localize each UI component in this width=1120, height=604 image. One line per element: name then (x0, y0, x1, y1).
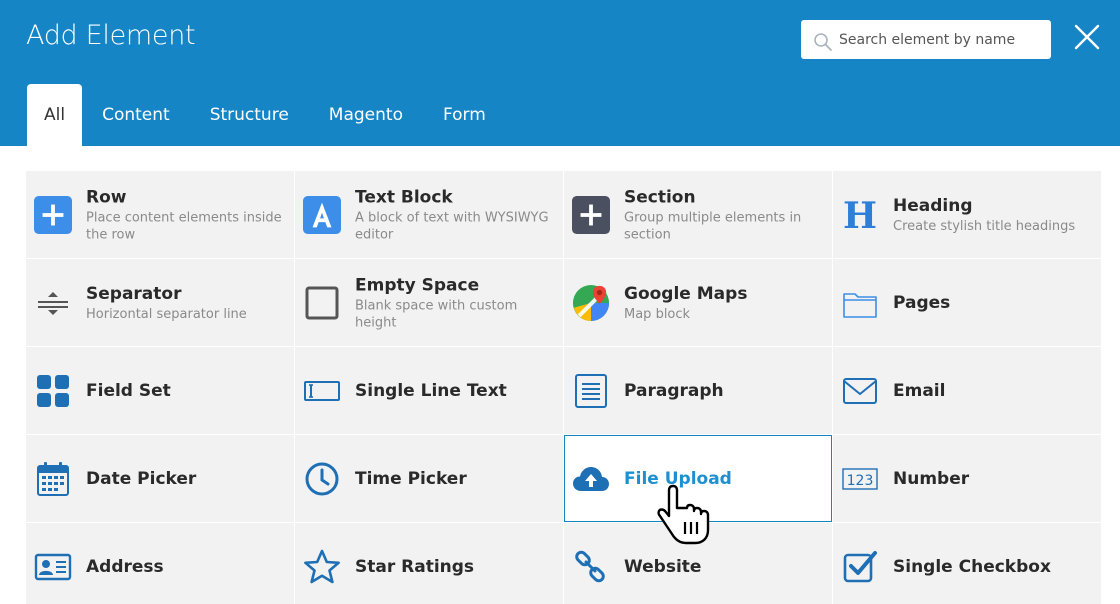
letter-h-icon: H (841, 196, 879, 234)
star-icon (303, 548, 341, 586)
search-icon (814, 33, 832, 51)
element-email[interactable]: Email (833, 347, 1101, 434)
element-description: Map block (624, 306, 691, 322)
element-name: Heading (893, 195, 973, 216)
separator-icon (34, 284, 72, 322)
tab-content[interactable]: Content (82, 84, 190, 146)
plus-square-icon (34, 195, 72, 234)
element-heading[interactable]: H Heading Create stylish title headings (833, 171, 1101, 258)
element-name: Single Checkbox (893, 556, 1051, 577)
element-name: Google Maps (624, 283, 748, 304)
element-name: Time Picker (355, 468, 467, 489)
element-description: Create stylish title headings (893, 218, 1076, 234)
tab-all[interactable]: All (27, 84, 83, 146)
element-name: Single Line Text (355, 380, 507, 401)
element-name: Website (624, 556, 702, 577)
element-name: Text Block (355, 187, 453, 207)
tab-structure[interactable]: Structure (190, 84, 309, 146)
calendar-icon (34, 460, 72, 498)
element-google-maps[interactable]: Google Maps Map block (564, 259, 832, 346)
element-description: Group multiple elements in section (624, 210, 802, 242)
element-star-ratings[interactable]: Star Ratings (295, 523, 563, 604)
element-single-checkbox[interactable]: Single Checkbox (833, 523, 1101, 604)
element-website[interactable]: Website (564, 523, 832, 604)
address-card-icon (34, 548, 72, 586)
element-name: Pages (893, 292, 951, 313)
element-file-upload[interactable]: File Upload (564, 435, 832, 522)
number-icon: 123 (841, 460, 879, 498)
dialog-header: Add Element All Content Structure Magent… (0, 0, 1120, 146)
element-name: File Upload (624, 468, 732, 489)
envelope-icon (841, 372, 879, 410)
folder-icon (841, 284, 879, 322)
element-name: Paragraph (624, 380, 724, 401)
plus-square-dark-icon (572, 195, 610, 234)
element-name: Row (86, 187, 127, 207)
element-name: Empty Space (355, 275, 480, 295)
element-name: Field Set (86, 380, 171, 401)
element-grid: Row Place content elements inside the ro… (26, 171, 1102, 604)
element-name: Address (86, 556, 164, 577)
empty-square-icon (303, 284, 341, 322)
element-separator[interactable]: Separator Horizontal separator line (26, 259, 294, 346)
element-description: Blank space with custom height (355, 298, 518, 330)
close-icon[interactable] (1074, 24, 1100, 50)
tab-form[interactable]: Form (423, 84, 506, 146)
text-field-icon (303, 372, 341, 410)
element-name: Section (624, 187, 696, 207)
element-name: Star Ratings (355, 556, 475, 577)
element-paragraph[interactable]: Paragraph (564, 347, 832, 434)
element-time-picker[interactable]: Time Picker (295, 435, 563, 522)
element-description: Place content elements inside the row (86, 210, 282, 242)
link-icon (572, 548, 610, 586)
element-single-line-text[interactable]: Single Line Text (295, 347, 563, 434)
search-input[interactable] (839, 20, 1044, 59)
element-date-picker[interactable]: Date Picker (26, 435, 294, 522)
category-tabs: All Content Structure Magento Form (27, 84, 506, 146)
number-icon-text: 123 (847, 473, 874, 489)
element-name: Number (893, 468, 970, 489)
element-name: Email (893, 380, 946, 401)
dialog-title: Add Element (26, 20, 196, 51)
element-address[interactable]: Address (26, 523, 294, 604)
clock-icon (303, 460, 341, 498)
element-name: Separator (86, 283, 182, 304)
cloud-upload-icon (572, 460, 610, 498)
element-pages[interactable]: Pages (833, 259, 1101, 346)
grid-four-icon (34, 372, 72, 410)
element-number[interactable]: 123 Number (833, 435, 1101, 522)
element-section[interactable]: Section Group multiple elements in secti… (564, 171, 832, 258)
element-empty-space[interactable]: Empty Space Blank space with custom heig… (295, 259, 563, 346)
element-description: A block of text with WYSIWYG editor (355, 210, 549, 242)
search-box[interactable] (801, 20, 1051, 59)
element-description: Horizontal separator line (86, 306, 247, 322)
tab-magento[interactable]: Magento (309, 84, 423, 146)
element-row[interactable]: Row Place content elements inside the ro… (26, 171, 294, 258)
element-field-set[interactable]: Field Set (26, 347, 294, 434)
element-name: Date Picker (86, 468, 197, 489)
google-maps-icon (572, 284, 610, 322)
svg-text:H: H (843, 197, 877, 233)
paragraph-icon (572, 372, 610, 410)
element-text-block[interactable]: Text Block A block of text with WYSIWYG … (295, 171, 563, 258)
checkbox-icon (841, 548, 879, 586)
letter-a-icon (303, 195, 341, 234)
